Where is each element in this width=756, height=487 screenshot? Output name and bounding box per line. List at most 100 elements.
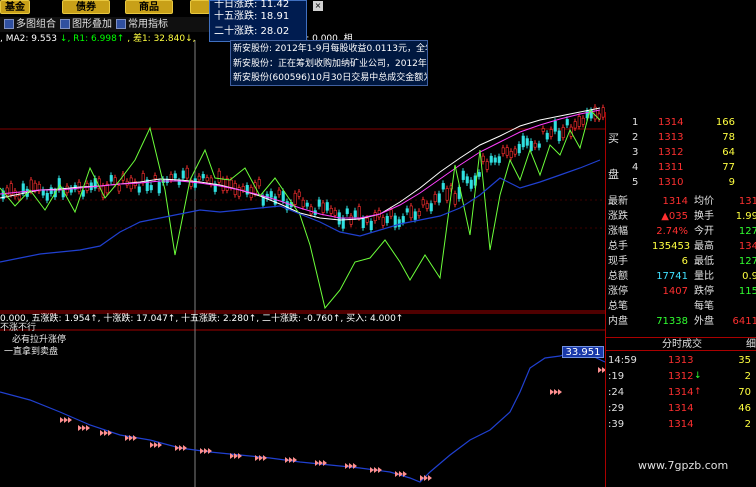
- order-book-row[interactable]: 3 1312 64: [606, 146, 756, 159]
- candle-body: [517, 144, 521, 154]
- candle-body: [513, 148, 517, 155]
- candle-body: [185, 167, 189, 179]
- stat-row: 总手 135453 最高 134: [606, 240, 756, 253]
- candle-body: [381, 217, 385, 226]
- candle-body: [425, 203, 429, 209]
- order-level: 5: [632, 177, 639, 188]
- candle-body: [385, 216, 389, 224]
- candle-body: [237, 187, 241, 197]
- order-volume: 166: [715, 117, 735, 128]
- candle-body: [553, 120, 557, 132]
- candle-body: [353, 210, 357, 218]
- candle-body: [521, 135, 525, 148]
- signal-marker: [319, 460, 323, 466]
- candle-body: [461, 170, 465, 180]
- candle-body: [369, 220, 373, 231]
- stat-value: 17741: [656, 271, 688, 282]
- candle-body: [357, 206, 361, 219]
- candle-body: [225, 178, 229, 191]
- candle-body: [529, 141, 533, 151]
- stat-value: 1407: [662, 286, 688, 297]
- signal-marker: [428, 475, 432, 481]
- candle-body: [565, 119, 569, 126]
- signal-marker: [150, 442, 154, 448]
- candle-body: [221, 179, 225, 191]
- signal-marker: [68, 417, 72, 423]
- candle-body: [349, 215, 353, 225]
- candle-body: [113, 177, 117, 185]
- stat-label: 最新: [608, 196, 628, 207]
- tick-row: :19 1312 ↓ 2: [606, 370, 756, 383]
- stat-value: 115: [738, 286, 756, 297]
- candle-body: [13, 190, 17, 197]
- signal-marker: [179, 445, 183, 451]
- price-tag: 33.951: [562, 346, 604, 358]
- candle-body: [509, 150, 513, 158]
- order-book-row[interactable]: 2 1313 78: [606, 131, 756, 144]
- candle-body: [453, 193, 457, 205]
- r1-legend: ↓, R1: 6.998↑: [59, 34, 125, 44]
- stat-value: 6411: [732, 316, 756, 327]
- close-icon[interactable]: ×: [313, 1, 323, 11]
- tick-header-detail[interactable]: 细: [746, 338, 756, 351]
- blue-line: [0, 159, 601, 263]
- candle-body: [321, 202, 325, 213]
- stat-label: 换手: [694, 211, 714, 222]
- stat-row: 内盘 71338 外盘 6411: [606, 315, 756, 328]
- stat-value: 0.9: [742, 271, 756, 282]
- candle-body: [301, 199, 305, 208]
- lower-blue-line: [0, 349, 605, 483]
- tab-bond[interactable]: 债券: [62, 0, 110, 14]
- candle-body: [205, 177, 209, 182]
- osc-label-2: 必有拉升涨停: [12, 335, 67, 345]
- tab-fund[interactable]: 基金: [0, 0, 30, 14]
- candle-body: [197, 175, 201, 181]
- order-book-row[interactable]: 1 1314 166: [606, 116, 756, 129]
- candle-body: [173, 173, 177, 179]
- candle-body: [581, 117, 585, 125]
- stat-label: 涨幅: [608, 226, 628, 237]
- stat-label: 总额: [608, 271, 628, 282]
- stat-row: 现手 6 最低 127: [606, 255, 756, 268]
- order-price: 1311: [658, 162, 684, 173]
- signal-marker: [175, 445, 179, 451]
- candle-body: [417, 210, 421, 216]
- right-toolbar: [430, 0, 756, 16]
- stat-label: 最低: [694, 256, 714, 267]
- candle-body: [45, 192, 49, 201]
- candle-body: [257, 179, 261, 187]
- signal-marker: [550, 389, 554, 395]
- candle-body: [305, 202, 309, 207]
- candle-body: [273, 196, 277, 205]
- indicator-menu[interactable]: 常用指标: [128, 18, 168, 31]
- ma2-line: [0, 109, 601, 219]
- candle-body: [49, 187, 53, 194]
- tick-volume: 70: [738, 387, 751, 398]
- overlay-menu[interactable]: 图形叠加: [72, 18, 112, 31]
- signal-marker: [395, 471, 399, 477]
- multi-chart-menu[interactable]: 多图组合: [16, 18, 56, 31]
- candle-body: [465, 176, 469, 184]
- candle-body: [485, 161, 489, 170]
- news-item[interactable]: 新安股份：正在筹划收购加纳矿业公司，2012年: [233, 57, 427, 71]
- candle-body: [109, 175, 113, 182]
- news-item[interactable]: 新安股份: 2012年1-9月每股收益0.0113元，全年: [233, 42, 427, 56]
- signal-marker: [349, 463, 353, 469]
- signal-marker: [133, 435, 137, 441]
- tick-price: 1312: [668, 371, 694, 382]
- signal-marker: [315, 460, 319, 466]
- tick-time: :19: [608, 371, 625, 382]
- tab-extra[interactable]: [190, 0, 210, 14]
- tab-commodity[interactable]: 商品: [125, 0, 173, 14]
- order-book-row[interactable]: 5 1310 9: [606, 176, 756, 189]
- signal-marker: [208, 448, 212, 454]
- oscillator-legend: 0.000, 五涨跌: 1.954↑, 十涨跌: 17.047↑, 十五涨跌: …: [0, 314, 404, 324]
- order-book-row[interactable]: 4 1311 77: [606, 161, 756, 174]
- osc-label-1: 不涨不行: [0, 323, 37, 333]
- candle-body: [549, 129, 553, 137]
- stat-label: 今开: [694, 226, 714, 237]
- news-item[interactable]: 新安股份(600596)10月30日交易中总成交金额为: [233, 71, 427, 85]
- candle-body: [309, 206, 313, 215]
- signal-marker: [86, 425, 90, 431]
- candle-body: [413, 211, 417, 220]
